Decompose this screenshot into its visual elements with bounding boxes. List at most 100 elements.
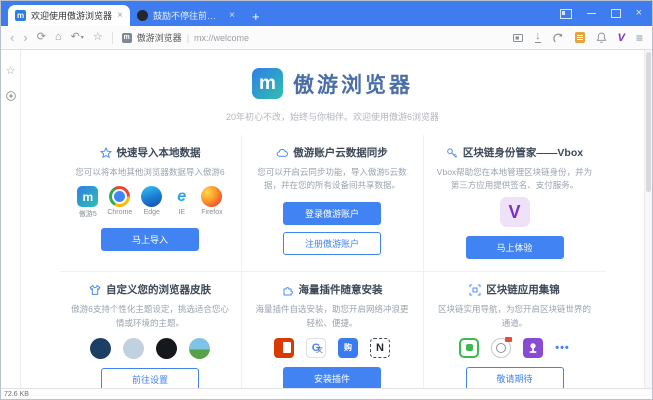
refresh-icon[interactable]: ⟳	[37, 32, 46, 43]
ie-icon: e	[171, 186, 192, 207]
browser-edge[interactable]: Edge	[141, 186, 162, 219]
browser-maxthon5[interactable]: m 傲游5	[77, 186, 98, 219]
browser-list: m 傲游5 Chrome Edge e IE	[77, 186, 222, 219]
coming-soon-button[interactable]: 敬请期待	[466, 367, 564, 388]
new-tab-button[interactable]: +	[252, 10, 260, 23]
undo-closed-tab-button[interactable]: ↶ ▾	[71, 32, 84, 43]
minimize-button[interactable]	[587, 13, 596, 14]
joystick-glyph	[526, 341, 540, 355]
section-header: 区块链应用集锦	[469, 282, 560, 297]
history-icon[interactable]	[552, 32, 564, 44]
section-header: 快速导入本地数据	[100, 145, 201, 160]
section-title: 区块链身份管家——Vbox	[463, 145, 583, 160]
tab-strip: m 欢迎使用傲游浏览器 × 鼓励不停往前方资源网- × +	[8, 1, 260, 26]
note-clipper-plugin-icon[interactable]: N	[370, 338, 390, 358]
home-icon[interactable]: ⌂	[55, 32, 62, 43]
plugin-icon	[282, 284, 294, 296]
theme-navy-swatch[interactable]	[90, 338, 111, 359]
sidebar-target-icon[interactable]	[5, 90, 17, 102]
firefox-icon	[201, 186, 222, 207]
browser-ie[interactable]: e IE	[171, 186, 192, 219]
section-header: 自定义您的浏览器皮肤	[89, 282, 211, 297]
tab-title: 鼓励不停往前方资源网-	[153, 9, 224, 22]
network-speed: 72.6 KB	[4, 391, 29, 398]
divider	[112, 32, 113, 44]
key-icon	[446, 147, 458, 159]
frame-icon	[469, 284, 481, 296]
download-icon[interactable]: ↓	[535, 32, 541, 43]
theme-landscape-swatch[interactable]	[189, 338, 210, 359]
section-import-local-data: 快速导入本地数据 您可以将本地其他浏览器数据导入傲游6 m 傲游5 Chrome	[60, 135, 242, 272]
browser-label: IE	[178, 209, 185, 216]
section-title: 快速导入本地数据	[117, 145, 201, 160]
address-bar[interactable]: m 傲游浏览器 | mx://welcome	[122, 31, 503, 44]
register-account-button[interactable]: 注册傲游账户	[283, 232, 381, 255]
vbox-app-icon[interactable]: V	[500, 197, 530, 227]
url-text: mx://welcome	[194, 33, 249, 43]
browser-label: Edge	[144, 209, 160, 216]
tab-resource-site[interactable]: 鼓励不停往前方资源网- ×	[130, 5, 242, 26]
favorite-star-icon[interactable]: ☆	[93, 32, 103, 43]
boss-key-icon[interactable]	[560, 9, 572, 19]
section-header: 傲游账户云数据同步	[276, 145, 388, 160]
maxthon5-icon: m	[77, 186, 98, 207]
notification-bell-icon[interactable]	[596, 32, 607, 44]
section-desc: 您可以开启云同步功能，导入傲游5云数据，并在您的所有设备间共享数据。	[252, 166, 412, 192]
login-account-button[interactable]: 登录傲游账户	[283, 202, 381, 225]
section-desc: Vbox帮助您在本地管理区块链身份，并为第三方应用提供签名、支付服务。	[435, 166, 595, 192]
office-plugin-icon[interactable]	[274, 338, 294, 358]
browser-chrome[interactable]: Chrome	[107, 186, 132, 219]
browser-firefox[interactable]: Firefox	[201, 186, 222, 219]
try-now-button[interactable]: 马上体验	[466, 236, 564, 259]
section-title: 区块链应用集锦	[486, 282, 560, 297]
camera-app-icon[interactable]	[491, 338, 511, 358]
tab-welcome[interactable]: m 欢迎使用傲游浏览器 ×	[8, 5, 130, 26]
maxthon-logo: m	[252, 68, 283, 99]
section-title: 傲游账户云数据同步	[293, 145, 388, 160]
sidebar-favorites-icon[interactable]: ☆	[6, 64, 16, 77]
section-custom-skin: 自定义您的浏览器皮肤 傲游6支持个性化主题设定，挑选适合您心情或环境的主题。 前…	[60, 272, 242, 388]
undo-icon: ↶	[71, 32, 80, 43]
section-desc: 区块链实用导航，为您开启区块链世界的通道。	[435, 303, 595, 329]
notes-icon[interactable]	[575, 32, 585, 43]
section-header: 海量插件随意安装	[282, 282, 383, 297]
scrollbar-thumb[interactable]	[646, 52, 651, 192]
more-apps-icon[interactable]: •••	[555, 342, 570, 354]
maxthon-favicon: m	[15, 10, 26, 21]
theme-black-swatch[interactable]	[156, 338, 177, 359]
shopping-plugin-icon[interactable]: 购	[338, 338, 358, 358]
page-title: 傲游浏览器	[293, 69, 413, 99]
browser-label: Chrome	[107, 209, 132, 216]
green-app-icon[interactable]	[459, 338, 479, 358]
feature-grid: 快速导入本地数据 您可以将本地其他浏览器数据导入傲游6 m 傲游5 Chrome	[60, 135, 606, 388]
maximize-button[interactable]	[611, 9, 621, 18]
status-bar: 72.6 KB	[1, 388, 652, 399]
translate-plugin-icon[interactable]: G文	[306, 338, 326, 358]
vbox-icon[interactable]: V	[618, 32, 625, 44]
import-now-button[interactable]: 马上导入	[101, 228, 199, 251]
menu-icon[interactable]: ≡	[636, 31, 643, 45]
cloud-icon	[276, 147, 288, 159]
browser-label: Firefox	[201, 209, 222, 216]
browser-label: 傲游5	[79, 209, 97, 219]
chrome-icon	[109, 186, 130, 207]
install-plugins-button[interactable]: 安装插件	[283, 367, 381, 388]
go-to-settings-button[interactable]: 前往设置	[101, 368, 199, 388]
navbar: ‹ › ⟳ ⌂ ↶ ▾ ☆ m 傲游浏览器 | mx://welcome ↓ V…	[1, 26, 652, 50]
scrollbar[interactable]	[644, 50, 652, 388]
side-rail: ☆	[1, 50, 21, 388]
back-icon[interactable]: ‹	[10, 31, 14, 44]
game-app-icon[interactable]	[523, 338, 543, 358]
forward-icon[interactable]: ›	[23, 31, 27, 44]
tab-close-icon[interactable]: ×	[229, 11, 235, 21]
edge-icon	[141, 186, 162, 207]
window-controls: ×	[560, 1, 642, 26]
section-desc: 您可以将本地其他浏览器数据导入傲游6	[70, 166, 230, 179]
section-blockchain-apps: 区块链应用集锦 区块链实用导航，为您开启区块链世界的通道。 ••• 敬请期待	[424, 272, 606, 388]
tab-close-icon[interactable]: ×	[117, 11, 123, 21]
snapshot-icon[interactable]	[512, 32, 524, 44]
theme-light-swatch[interactable]	[123, 338, 144, 359]
close-button[interactable]: ×	[636, 8, 642, 19]
star-icon	[100, 147, 112, 159]
account-buttons: 登录傲游账户 注册傲游账户	[283, 198, 381, 255]
